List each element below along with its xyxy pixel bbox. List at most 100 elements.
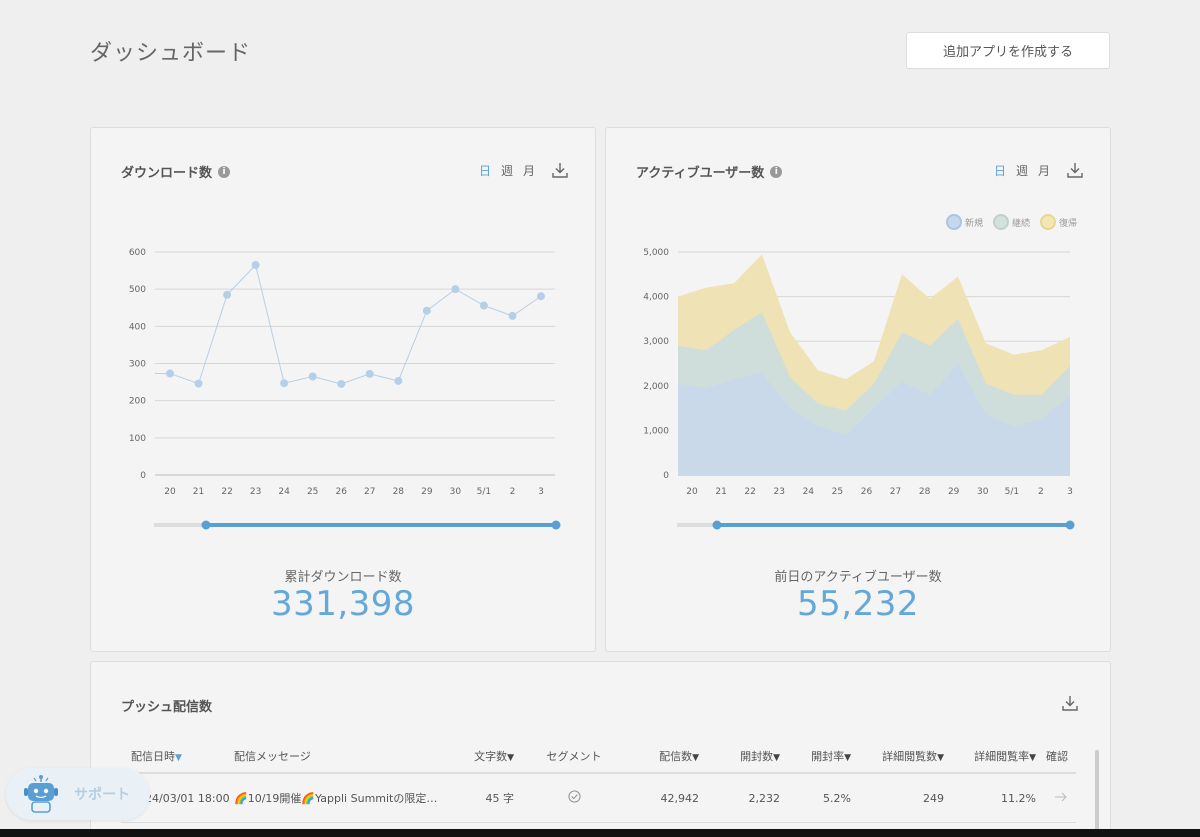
row-chars: 45 字 (464, 773, 524, 823)
x-tick-label: 30 (977, 487, 989, 497)
y-tick-label: 1,000 (643, 426, 669, 436)
x-tick-label: 5/1 (1005, 487, 1019, 497)
col-detail-views[interactable]: 詳細閲覧数▼ (861, 748, 954, 774)
x-tick-label: 27 (890, 487, 901, 497)
sort-caret-icon: ▼ (507, 753, 514, 763)
y-tick-label: 500 (129, 285, 146, 295)
x-tick-label: 2 (1038, 487, 1044, 497)
x-tick-label: 27 (364, 487, 375, 497)
col-sent[interactable]: 配信数▼ (624, 748, 709, 774)
x-tick-label: 22 (744, 487, 755, 497)
range-handle-end[interactable] (1065, 520, 1075, 530)
data-point (537, 292, 545, 301)
active-users-chart: 01,0002,0003,0004,0005,00020 21 22 23 24 25 26… (643, 248, 1075, 530)
x-tick-label: 24 (803, 487, 815, 497)
x-tick-label: 30 (450, 487, 462, 497)
y-tick-label: 0 (140, 471, 146, 481)
row-open-rate: 5.2% (790, 773, 861, 823)
y-tick-label: 600 (129, 248, 146, 258)
row-opened: 2,232 (709, 773, 790, 823)
x-tick-label: 3 (1067, 487, 1073, 497)
x-tick-label: 25 (832, 487, 843, 497)
range-handle-end[interactable] (551, 520, 561, 530)
y-tick-label: 100 (129, 434, 146, 444)
arrow-right-icon[interactable] (1054, 792, 1068, 802)
downloads-card: ダウンロード数 i 日 週 月 0 100 200 300 400 500 600 20 21 2… (90, 127, 596, 652)
sort-caret-icon: ▼ (937, 753, 944, 763)
col-label: 開封率 (811, 750, 845, 763)
data-point (166, 369, 174, 378)
check-circle-icon (567, 790, 581, 803)
col-label: セグメント (546, 750, 602, 763)
y-tick-label: 3,000 (643, 337, 669, 347)
data-point (337, 379, 346, 388)
downloads-total-label: 累計ダウンロード数 (284, 570, 402, 585)
downloads-chart: 010020030040050060020 21 22 23 24 25 26 27 28 29 3… (129, 248, 561, 530)
x-tick-label: 3 (538, 487, 544, 497)
x-tick-label: 24 (278, 487, 290, 497)
col-label: 配信日時 (131, 750, 175, 763)
y-tick-label: 400 (129, 322, 146, 332)
x-tick-label: 22 (221, 487, 232, 497)
download-icon[interactable] (1061, 694, 1079, 712)
col-confirm: 確認 (1046, 748, 1076, 774)
push-card: プッシュ配信数 配信日時▼ 配信メッセージ 文字数▼ セグメント 配信数▼ 開封… (90, 661, 1111, 837)
x-tick-label: 23 (250, 487, 261, 497)
row-message: 🌈10/19開催🌈Yappli Summitの限定… (234, 773, 464, 823)
x-tick-label: 29 (421, 487, 433, 497)
col-opened[interactable]: 開封数▼ (709, 748, 790, 774)
table-header-row: 配信日時▼ 配信メッセージ 文字数▼ セグメント 配信数▼ 開封数▼ 開封率▼ … (121, 748, 1076, 774)
range-handle-start[interactable] (712, 520, 722, 530)
push-table: 配信日時▼ 配信メッセージ 文字数▼ セグメント 配信数▼ 開封数▼ 開封率▼ … (121, 748, 1076, 823)
col-detail-rate[interactable]: 詳細閲覧率▼ (954, 748, 1046, 774)
col-message: 配信メッセージ (234, 748, 464, 774)
table-scrollbar[interactable] (1095, 750, 1099, 837)
data-point (308, 372, 317, 381)
data-point (451, 285, 460, 294)
y-tick-label: 300 (129, 360, 146, 370)
robot-icon (24, 775, 58, 813)
y-tick-label: 2,000 (643, 382, 669, 392)
sort-caret-icon: ▼ (1029, 753, 1036, 763)
page-title: ダッシュボード (90, 41, 252, 66)
x-tick-label: 23 (774, 487, 785, 497)
support-label: サポート (74, 787, 130, 803)
col-label: 文字数 (474, 750, 508, 763)
active-total-value: 55,232 (797, 584, 919, 624)
col-date[interactable]: 配信日時▼ (121, 748, 234, 774)
y-tick-label: 5,000 (643, 248, 669, 258)
sort-caret-icon: ▼ (175, 753, 182, 763)
data-point (508, 311, 517, 320)
downloads-total-value: 331,398 (270, 584, 416, 624)
col-open-rate[interactable]: 開封率▼ (790, 748, 861, 774)
data-point (365, 369, 374, 378)
y-tick-label: 4,000 (643, 293, 669, 303)
range-handle-start[interactable] (201, 520, 211, 530)
active-total-label: 前日のアクティブユーザー数 (774, 570, 942, 585)
x-tick-label: 26 (861, 487, 873, 497)
x-tick-label: 2 (510, 487, 516, 497)
x-tick-label: 28 (393, 487, 405, 497)
col-label: 開封数 (740, 750, 774, 763)
col-label: 確認 (1046, 750, 1068, 763)
x-tick-label: 21 (193, 487, 204, 497)
sort-caret-icon: ▼ (773, 753, 780, 763)
bottom-bar (0, 829, 1200, 837)
x-tick-label: 25 (307, 487, 318, 497)
data-point (251, 261, 260, 270)
x-tick-label: 20 (164, 487, 176, 497)
create-app-button[interactable]: 追加アプリを作成する (906, 32, 1110, 69)
row-confirm[interactable] (1046, 773, 1076, 823)
col-label: 詳細閲覧率 (974, 750, 1030, 763)
sort-caret-icon: ▼ (844, 753, 851, 763)
x-tick-label: 5/1 (477, 487, 491, 497)
row-segment (524, 773, 624, 823)
data-point (479, 301, 488, 310)
series-line (169, 264, 542, 385)
data-point (223, 290, 232, 299)
table-row[interactable]: 24/03/01 18:00 🌈10/19開催🌈Yappli Summitの限定… (121, 773, 1076, 823)
col-chars[interactable]: 文字数▼ (464, 748, 524, 774)
active-users-card: アクティブユーザー数 i 日 週 月 新規 継続 復帰 0 1,000 2,000 3… (605, 127, 1111, 652)
support-button[interactable]: サポート (6, 768, 150, 820)
col-label: 配信メッセージ (234, 750, 311, 763)
